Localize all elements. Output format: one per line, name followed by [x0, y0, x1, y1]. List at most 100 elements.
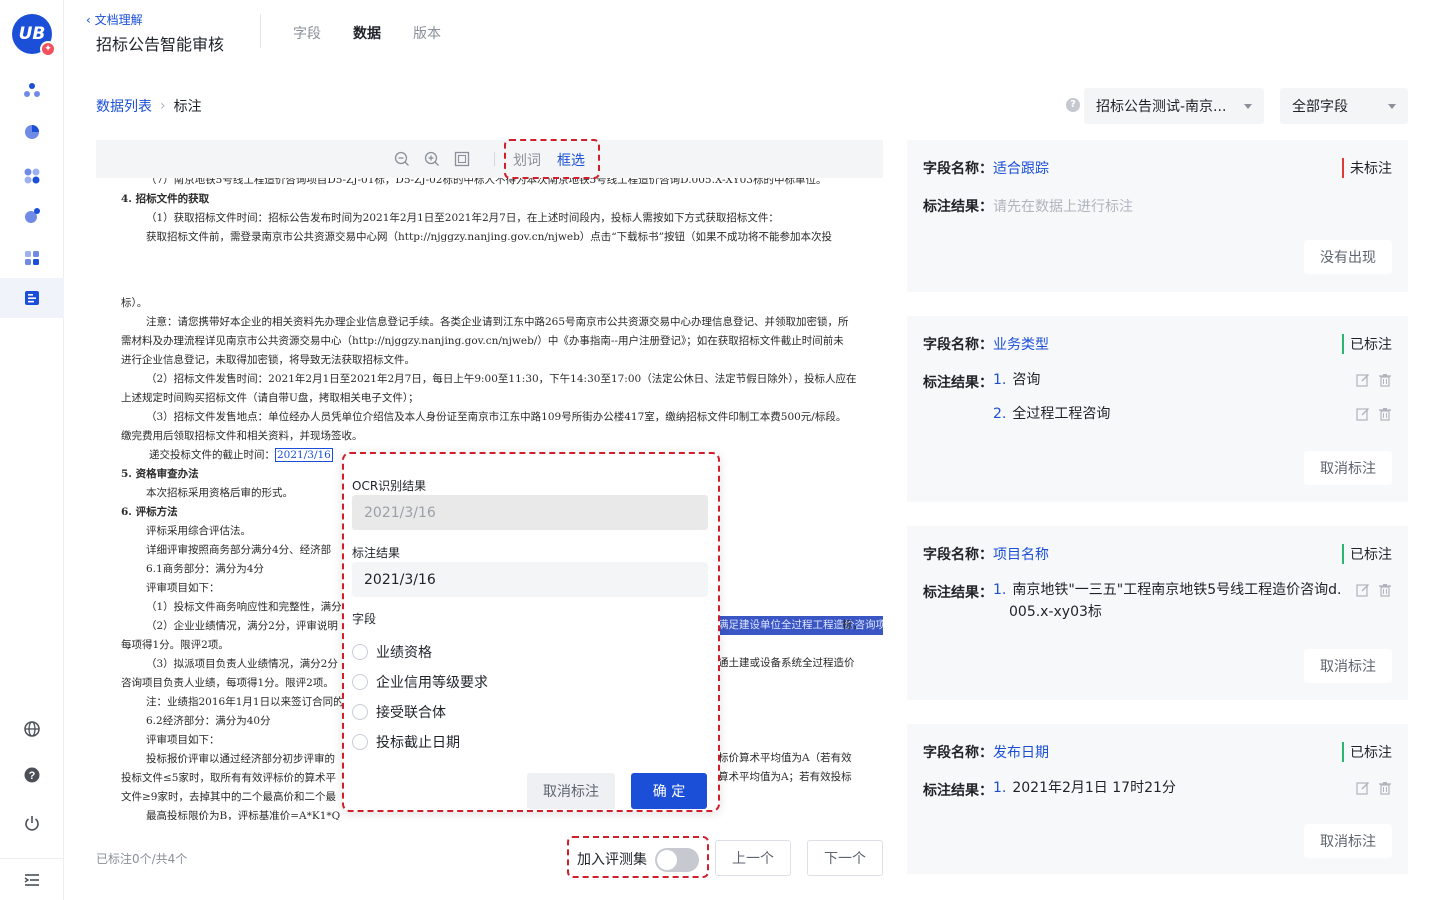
fullscreen-icon[interactable] — [454, 151, 470, 167]
divider — [260, 14, 261, 48]
result-placeholder: 请先在数据上进行标注 — [993, 199, 1133, 215]
result-text: 咨询 — [1012, 372, 1041, 388]
result-label: 标注结果： — [923, 199, 993, 215]
ocr-result-label: OCR识别结果 — [352, 479, 427, 493]
edit-icon[interactable] — [1356, 583, 1370, 597]
status-badge: 已标注 — [1342, 544, 1392, 564]
breadcrumb-data-list[interactable]: 数据列表 — [96, 96, 152, 116]
app-logo[interactable]: UB ✦ — [12, 14, 56, 57]
eval-set-toggle[interactable] — [655, 848, 699, 872]
field-name-value: 项目名称 — [993, 547, 1049, 563]
nav-grid-icon[interactable] — [0, 156, 64, 196]
result-label: 标注结果： — [923, 783, 993, 799]
back-link-label: 文档理解 — [94, 13, 143, 27]
result-item: 1. 南京地铁"一三五"工程南京地铁5号线工程造价咨询d. 005.x-xy03标 — [993, 579, 1345, 623]
doc-line: 注意：请您携带好本企业的相关资料先办理企业信息登记手续。各类企业请到江东中路26… — [146, 316, 849, 328]
cancel-annotation-button[interactable]: 取消标注 — [1304, 451, 1392, 485]
doc-line: 获取招标文件前，需登录南京市公共资源交易中心网（http://njggzy.na… — [146, 231, 833, 243]
doc-line: 缴完费用后领取招标文件和相关资料，并现场签收。 — [121, 430, 363, 442]
tab-data[interactable]: 数据 — [353, 23, 381, 43]
result-number: 1. — [993, 582, 1007, 598]
back-link[interactable]: ‹ 文档理解 — [86, 11, 143, 28]
nav-apps-icon[interactable] — [0, 238, 64, 278]
cancel-annotation-button[interactable]: 取消标注 — [527, 773, 615, 809]
nav-cluster-icon[interactable] — [0, 70, 64, 110]
doc-line: （7）南京地铁5号线工程造价咨询项目D5-ZJ-01标，D5-ZJ-02标的中标… — [146, 178, 827, 186]
field-filter-select[interactable]: 全部字段 — [1280, 88, 1408, 124]
field-filter-value: 全部字段 — [1292, 99, 1348, 115]
radio-circle[interactable] — [352, 674, 368, 690]
result-number: 1. — [993, 780, 1007, 796]
radio-circle[interactable] — [352, 644, 368, 660]
top-bar: ‹ 文档理解 招标公告智能审核 字段 数据 版本 — [64, 0, 1440, 70]
result-actions — [1356, 407, 1392, 421]
help-icon[interactable]: ? — [0, 755, 64, 795]
radio-circle[interactable] — [352, 734, 368, 750]
chevron-left-icon: ‹ — [86, 13, 91, 27]
toggle-knob — [657, 850, 677, 870]
annotation-result-field[interactable]: 2021/3/16 — [352, 562, 708, 597]
field-option-consortium[interactable]: 接受联合体 — [352, 702, 446, 722]
dataset-select-value: 招标公告测试-南京... — [1096, 99, 1227, 115]
next-button[interactable]: 下一个 — [807, 840, 883, 876]
eval-set-label: 加入评测集 — [577, 852, 647, 868]
result-text-continued: 005.x-xy03标 — [1009, 604, 1102, 620]
trash-icon[interactable] — [1378, 781, 1392, 795]
status-badge: 已标注 — [1342, 334, 1392, 354]
dataset-select[interactable]: 招标公告测试-南京... — [1084, 88, 1264, 124]
ocr-result-value: 2021/3/16 — [364, 504, 436, 521]
doc-line: 进行企业信息登记，未取得加密锁，将导致无法获取招标文件。 — [121, 354, 415, 366]
not-present-button[interactable]: 没有出现 — [1304, 240, 1392, 274]
power-icon[interactable] — [0, 803, 64, 843]
result-item: 1. 2021年2月1日 17时21分 — [993, 777, 1176, 799]
doc-line: 标）。 — [121, 297, 148, 309]
nav-document-icon[interactable] — [0, 278, 64, 318]
annotation-result-label: 标注结果 — [352, 546, 401, 560]
edit-icon[interactable] — [1356, 781, 1370, 795]
field-name-label: 字段名称： — [923, 337, 993, 353]
doc-fragment: 标价算术平均值为A（若有效 — [718, 752, 852, 764]
prev-button[interactable]: 上一个 — [715, 840, 791, 876]
status-badge: 未标注 — [1342, 158, 1392, 178]
result-item: 1. 咨询 — [993, 369, 1040, 391]
doc-text: 递交投标文件的截止时间： — [149, 449, 275, 461]
field-option-performance[interactable]: 业绩资格 — [352, 642, 432, 662]
breadcrumb: 数据列表 › 标注 — [96, 96, 202, 116]
trash-icon[interactable] — [1378, 407, 1392, 421]
field-option-deadline[interactable]: 投标截止日期 — [352, 732, 460, 752]
top-tabs: 字段 数据 版本 — [293, 23, 441, 43]
doc-line: 需材料及办理流程详见南京市公共资源交易中心（http://njggzy.nanj… — [121, 335, 844, 347]
result-actions — [1356, 583, 1392, 597]
confirm-button[interactable]: 确 定 — [631, 773, 707, 809]
edit-icon[interactable] — [1356, 373, 1370, 387]
radio-circle[interactable] — [352, 704, 368, 720]
field-option-credit[interactable]: 企业信用等级要求 — [352, 672, 488, 692]
result-actions — [1356, 373, 1392, 387]
highlight-box-modes — [504, 139, 600, 179]
zoom-out-icon[interactable] — [394, 151, 410, 167]
edit-icon[interactable] — [1356, 407, 1370, 421]
tab-versions[interactable]: 版本 — [413, 23, 441, 43]
trash-icon[interactable] — [1378, 373, 1392, 387]
field-card-business-type: 字段名称： 业务类型 已标注 标注结果： 1. 咨询 2. 全过程工程咨询 取消标注 — [907, 316, 1408, 502]
cancel-annotation-button[interactable]: 取消标注 — [1304, 649, 1392, 683]
trash-icon[interactable] — [1378, 583, 1392, 597]
result-text: 南京地铁"一三五"工程南京地铁5号线工程造价咨询d. — [1012, 582, 1342, 598]
ocr-result-field: 2021/3/16 — [352, 495, 708, 530]
cancel-annotation-button[interactable]: 取消标注 — [1304, 824, 1392, 858]
option-label: 企业信用等级要求 — [376, 675, 488, 691]
nav-pie-icon[interactable] — [0, 112, 64, 152]
zoom-in-icon[interactable] — [424, 151, 440, 167]
app-title: 招标公告智能审核 — [96, 35, 225, 54]
collapse-menu-icon[interactable] — [0, 860, 64, 900]
result-number: 2. — [993, 406, 1007, 422]
question-icon[interactable]: ? — [1066, 98, 1080, 112]
nav-bubble-icon[interactable] — [0, 196, 64, 236]
option-label: 业绩资格 — [376, 645, 432, 661]
result-actions — [1356, 781, 1392, 795]
selected-text-box[interactable]: 2021/3/16 — [275, 448, 333, 462]
tab-fields[interactable]: 字段 — [293, 23, 321, 43]
globe-icon[interactable] — [0, 709, 64, 749]
chevron-right-icon: › — [160, 98, 166, 114]
option-label: 接受联合体 — [376, 705, 446, 721]
